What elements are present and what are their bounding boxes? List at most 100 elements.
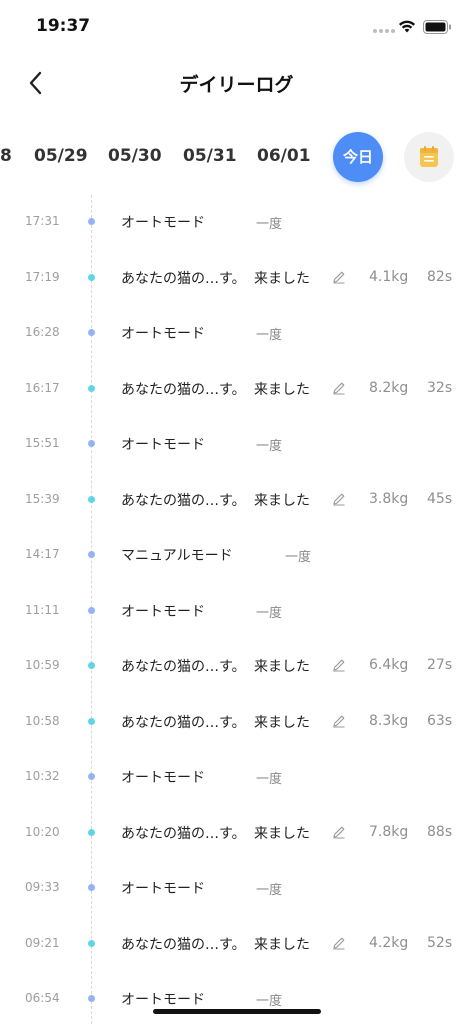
log-title: オートモード	[121, 326, 205, 342]
log-list: 17:31 オートモード 一度 17:19 あなたの猫の…す。 来ました 4.1kg 82s 1…	[0, 193, 473, 1026]
date-item[interactable]: 05/30	[108, 146, 162, 166]
today-button[interactable]: 今日	[333, 132, 383, 182]
wifi-icon	[399, 20, 415, 33]
log-title: あなたの猫の…す。	[121, 659, 246, 675]
status-time: 19:37	[36, 16, 91, 36]
log-arrived-label: 来ました	[254, 825, 310, 842]
timeline-dot	[88, 329, 95, 336]
log-time: 06:54	[25, 991, 60, 1005]
log-row[interactable]: 17:31 オートモード 一度	[0, 193, 473, 249]
date-item[interactable]: 8	[0, 146, 12, 166]
cellular-signal-icon	[373, 29, 395, 33]
log-row[interactable]: 10:59 あなたの猫の…す。 来ました 6.4kg 27s	[0, 637, 473, 693]
log-duration: 52s	[427, 934, 453, 951]
log-row[interactable]: 10:20 あなたの猫の…す。 来ました 7.8kg 88s	[0, 804, 473, 860]
log-title: あなたの猫の…す。	[121, 825, 246, 842]
timeline-dot	[88, 384, 95, 392]
log-title: あなたの猫の…す。	[121, 381, 246, 398]
log-time: 15:39	[25, 491, 60, 506]
log-time: 10:20	[25, 824, 60, 839]
log-arrived-label: 来ました	[254, 936, 310, 953]
log-title: オートモード	[121, 770, 205, 786]
log-row[interactable]: 15:39 あなたの猫の…す。 来ました 3.8kg 45s	[0, 471, 473, 527]
log-arrived-label: 来ました	[254, 270, 310, 287]
log-duration: 45s	[427, 490, 453, 507]
log-status: 一度	[256, 772, 283, 787]
log-arrived-label: 来ました	[254, 714, 310, 731]
log-time: 17:19	[25, 269, 60, 284]
log-row[interactable]: 15:51 オートモード 一度	[0, 415, 473, 471]
date-item[interactable]: 05/31	[183, 146, 237, 166]
edit-pencil-icon[interactable]	[332, 714, 346, 728]
calendar-button[interactable]	[404, 132, 454, 182]
log-row[interactable]: 16:28 オートモード 一度	[0, 304, 473, 360]
log-status: 一度	[256, 217, 283, 232]
log-time: 10:59	[25, 658, 60, 672]
log-duration: 63s	[427, 712, 453, 729]
log-weight: 8.3kg	[369, 712, 409, 729]
log-title: あなたの猫の…す。	[121, 492, 246, 509]
timeline-dot	[88, 717, 95, 725]
log-time: 09:33	[25, 880, 60, 894]
log-row[interactable]: 11:11 オートモード 一度	[0, 582, 473, 638]
timeline-dot	[88, 495, 95, 503]
log-duration: 32s	[427, 379, 453, 396]
timeline-dot	[88, 995, 95, 1002]
log-row[interactable]: 17:19 あなたの猫の…す。 来ました 4.1kg 82s	[0, 249, 473, 305]
edit-pencil-icon[interactable]	[332, 270, 346, 284]
log-time: 11:11	[25, 602, 60, 617]
log-title: マニュアルモード	[121, 548, 233, 564]
log-arrived-label: 来ました	[254, 659, 310, 675]
log-time: 10:58	[25, 713, 60, 728]
timeline-dot	[88, 662, 95, 669]
date-item[interactable]: 05/29	[34, 146, 88, 166]
log-duration: 88s	[427, 823, 453, 840]
timeline-dot	[88, 218, 95, 225]
date-item[interactable]: 06/01	[257, 146, 311, 166]
log-status: 一度	[256, 605, 283, 621]
log-row[interactable]: 09:33 オートモード 一度	[0, 859, 473, 915]
timeline-dot	[88, 939, 95, 947]
date-strip: 8 05/29 05/30 05/31 06/01 今日	[0, 130, 473, 184]
log-time: 09:21	[25, 935, 60, 950]
log-status: 一度	[285, 550, 312, 565]
log-weight: 6.4kg	[369, 657, 409, 673]
log-arrived-label: 来ました	[254, 381, 310, 398]
timeline-dot	[88, 551, 95, 558]
log-arrived-label: 来ました	[254, 492, 310, 509]
log-title: オートモード	[121, 992, 205, 1008]
log-title: オートモード	[121, 437, 205, 453]
log-title: オートモード	[121, 881, 205, 897]
log-row[interactable]: 14:17 マニュアルモード 一度	[0, 526, 473, 582]
log-time: 15:51	[25, 436, 60, 450]
edit-pencil-icon[interactable]	[332, 381, 346, 395]
timeline-dot	[88, 773, 95, 780]
log-row[interactable]: 06:54 オートモード 一度	[0, 970, 473, 1026]
page-title: デイリーログ	[179, 74, 294, 96]
edit-pencil-icon[interactable]	[332, 492, 346, 506]
edit-pencil-icon[interactable]	[332, 825, 346, 839]
edit-pencil-icon[interactable]	[332, 658, 346, 672]
log-weight: 4.1kg	[369, 268, 409, 285]
log-time: 17:31	[25, 214, 60, 228]
timeline-dot	[88, 606, 95, 614]
timeline-dot	[88, 440, 95, 447]
log-status: 一度	[256, 994, 283, 1009]
log-row[interactable]: 09:21 あなたの猫の…す。 来ました 4.2kg 52s	[0, 915, 473, 971]
log-row[interactable]: 10:58 あなたの猫の…す。 来ました 8.3kg 63s	[0, 693, 473, 749]
calendar-icon	[420, 146, 438, 167]
home-indicator	[153, 1009, 321, 1014]
timeline-dot	[88, 884, 95, 891]
log-weight: 8.2kg	[369, 379, 409, 396]
log-time: 14:17	[25, 547, 60, 561]
log-duration: 82s	[427, 268, 453, 285]
log-time: 16:28	[25, 325, 60, 339]
log-row[interactable]: 10:32 オートモード 一度	[0, 748, 473, 804]
log-row[interactable]: 16:17 あなたの猫の…す。 来ました 8.2kg 32s	[0, 360, 473, 416]
log-time: 16:17	[25, 380, 60, 395]
timeline-dot	[88, 273, 95, 281]
log-duration: 27s	[427, 657, 453, 673]
log-title: あなたの猫の…す。	[121, 936, 246, 953]
log-status: 一度	[256, 439, 283, 454]
edit-pencil-icon[interactable]	[332, 936, 346, 950]
